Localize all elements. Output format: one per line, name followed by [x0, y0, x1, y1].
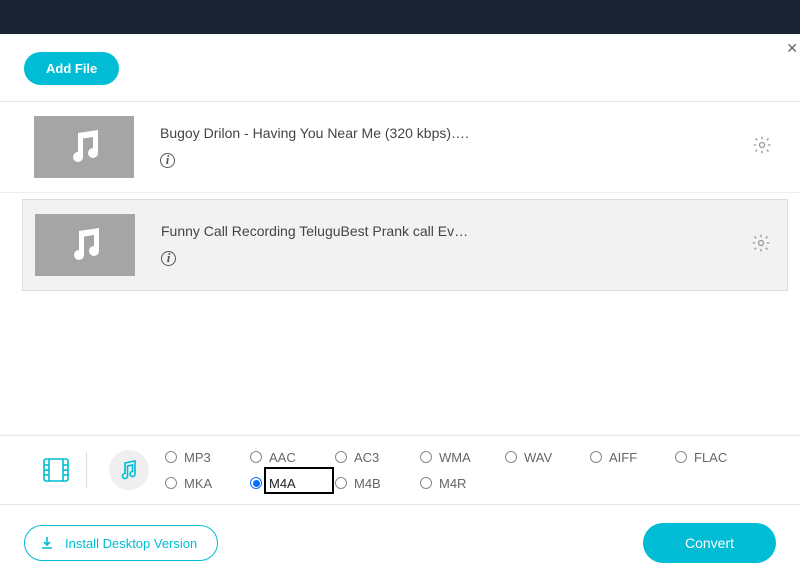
main-content: Add File Bugoy Drilon - Having You Near … [0, 34, 800, 291]
file-info: Funny Call Recording TeluguBest Prank ca… [135, 223, 751, 267]
add-file-button[interactable]: Add File [24, 52, 119, 85]
divider [86, 452, 87, 488]
file-row[interactable]: Funny Call Recording TeluguBest Prank ca… [22, 199, 788, 291]
file-info: Bugoy Drilon - Having You Near Me (320 k… [134, 125, 752, 169]
format-label: FLAC [694, 450, 727, 465]
radio-icon [420, 477, 432, 489]
format-option-wma[interactable]: WMA [420, 450, 505, 465]
footer-bar: Install Desktop Version Convert [0, 505, 800, 585]
radio-icon [420, 451, 432, 463]
radio-icon [675, 451, 687, 463]
file-row[interactable]: Bugoy Drilon - Having You Near Me (320 k… [0, 102, 800, 193]
format-option-flac[interactable]: FLAC [675, 450, 760, 465]
radio-icon [165, 451, 177, 463]
audio-thumbnail [35, 214, 135, 276]
radio-icon [590, 451, 602, 463]
info-icon[interactable]: i [160, 153, 175, 168]
format-label: AC3 [354, 450, 379, 465]
format-option-m4b[interactable]: M4B [335, 476, 420, 491]
format-label: M4B [354, 476, 381, 491]
format-label: MP3 [184, 450, 211, 465]
audio-thumbnail [34, 116, 134, 178]
format-label: M4R [439, 476, 466, 491]
format-option-m4r[interactable]: M4R [420, 476, 505, 491]
file-list: Bugoy Drilon - Having You Near Me (320 k… [0, 101, 800, 291]
gear-icon[interactable] [751, 233, 771, 258]
file-title: Bugoy Drilon - Having You Near Me (320 k… [160, 125, 752, 141]
format-label: MKA [184, 476, 212, 491]
radio-icon [165, 477, 177, 489]
music-note-icon [63, 223, 107, 267]
close-icon[interactable]: ✕ [786, 40, 798, 57]
info-icon[interactable]: i [161, 251, 176, 266]
radio-icon [250, 477, 262, 489]
format-bar: MP3 AAC AC3 WMA WAV AIFF FLAC MKA M4A M4B M4R [0, 435, 800, 505]
format-grid: MP3 AAC AC3 WMA WAV AIFF FLAC MKA M4A M4B M4R [165, 446, 760, 494]
format-option-aiff[interactable]: AIFF [590, 450, 675, 465]
format-option-mp3[interactable]: MP3 [165, 450, 250, 465]
radio-icon [505, 451, 517, 463]
format-option-ac3[interactable]: AC3 [335, 450, 420, 465]
format-label: AIFF [609, 450, 637, 465]
format-option-m4a[interactable]: M4A [250, 476, 335, 491]
convert-button[interactable]: Convert [643, 523, 776, 563]
format-label: WAV [524, 450, 552, 465]
format-option-wav[interactable]: WAV [505, 450, 590, 465]
format-option-aac[interactable]: AAC [250, 450, 335, 465]
gear-icon[interactable] [752, 135, 772, 160]
video-type-icon[interactable] [36, 450, 76, 490]
audio-type-icon[interactable] [109, 450, 149, 490]
music-note-icon [62, 125, 106, 169]
format-label: AAC [269, 450, 296, 465]
download-icon [39, 535, 55, 551]
radio-icon [250, 451, 262, 463]
radio-icon [335, 451, 347, 463]
format-label: WMA [439, 450, 471, 465]
radio-icon [335, 477, 347, 489]
install-desktop-button[interactable]: Install Desktop Version [24, 525, 218, 561]
format-label: M4A [269, 476, 296, 491]
file-title: Funny Call Recording TeluguBest Prank ca… [161, 223, 751, 239]
app-header [0, 0, 800, 34]
bottom-panel: MP3 AAC AC3 WMA WAV AIFF FLAC MKA M4A M4B M4R Inst… [0, 435, 800, 585]
format-option-mka[interactable]: MKA [165, 476, 250, 491]
install-label: Install Desktop Version [65, 536, 197, 551]
